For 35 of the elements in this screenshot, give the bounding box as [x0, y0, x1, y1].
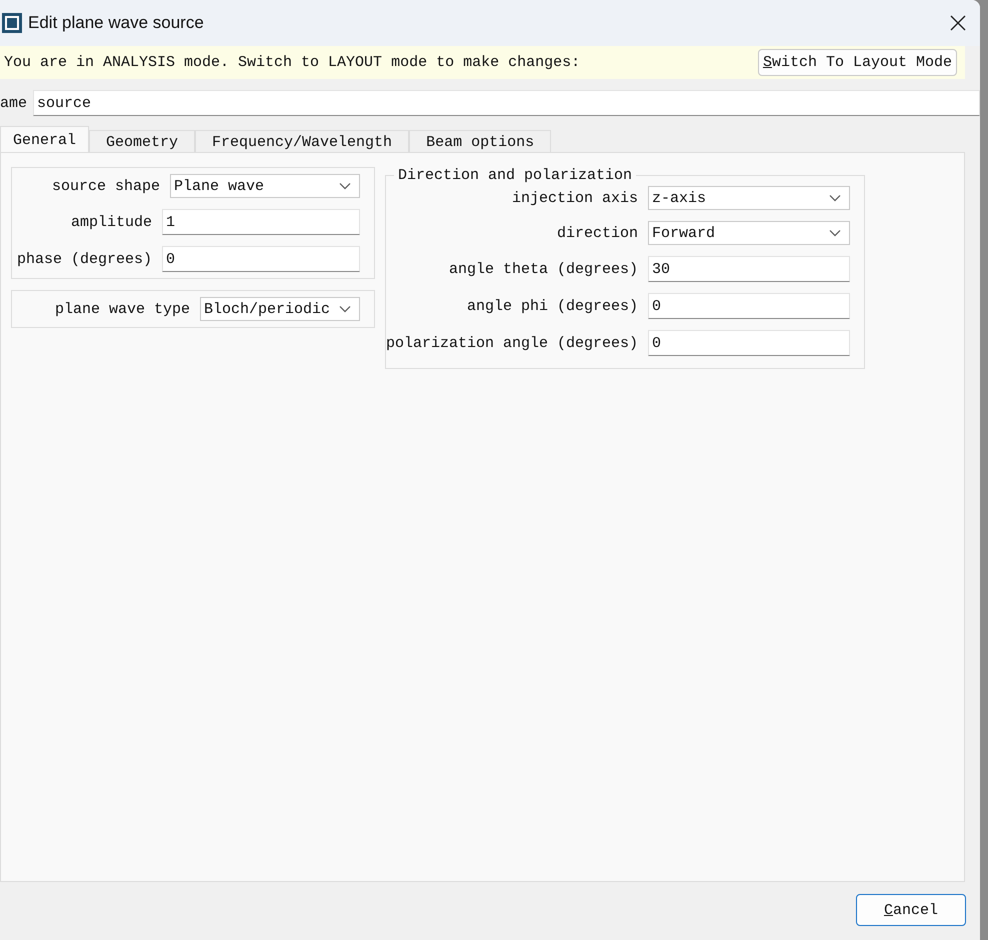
field-label: polarization angle (degrees) [386, 334, 638, 352]
chevron-down-icon [339, 182, 351, 190]
switch-layout-button[interactable]: Switch To Layout Mode [758, 49, 957, 76]
dropdown[interactable]: Bloch/periodic [200, 297, 360, 321]
chevron-down-icon [339, 305, 351, 313]
dropdown[interactable]: Forward [648, 221, 850, 245]
input-field[interactable]: 0 [162, 246, 360, 272]
field-label: source shape [50, 178, 160, 194]
field-label: direction [556, 224, 638, 242]
tab[interactable]: Beam options [409, 130, 552, 154]
chevron-down-icon [829, 229, 841, 237]
field-label: plane wave type [54, 300, 190, 318]
group-title: Direction and polarization [397, 167, 634, 184]
window-title: Edit plane wave source [28, 13, 205, 33]
field-label: angle phi (degrees) [466, 298, 638, 314]
input-field[interactable]: 30 [648, 256, 850, 282]
input-field[interactable]: 0 [648, 330, 850, 356]
dropdown[interactable]: z-axis [648, 186, 850, 210]
input-field[interactable]: 0 [648, 293, 850, 319]
mode-message: You are in ANALYSIS mode. Switch to LAYOUT mode to make changes: [4, 54, 580, 71]
app-icon [2, 13, 22, 33]
chevron-down-icon [829, 194, 841, 202]
field-label: phase (degrees) [16, 250, 152, 268]
tab[interactable]: General [0, 126, 90, 153]
tab[interactable]: Frequency/Wavelength [195, 130, 410, 154]
field-label: angle theta (degrees) [448, 260, 638, 278]
dropdown[interactable]: Plane wave [170, 174, 360, 198]
tab[interactable]: Geometry [89, 130, 196, 154]
name-label: ame [0, 94, 28, 112]
close-icon[interactable] [950, 15, 966, 31]
name-field[interactable]: source [33, 90, 980, 116]
input-field[interactable]: 1 [162, 209, 360, 235]
cancel-button[interactable]: Cancel [856, 894, 966, 926]
field-label: injection axis [510, 190, 638, 206]
field-label: amplitude [70, 214, 152, 230]
